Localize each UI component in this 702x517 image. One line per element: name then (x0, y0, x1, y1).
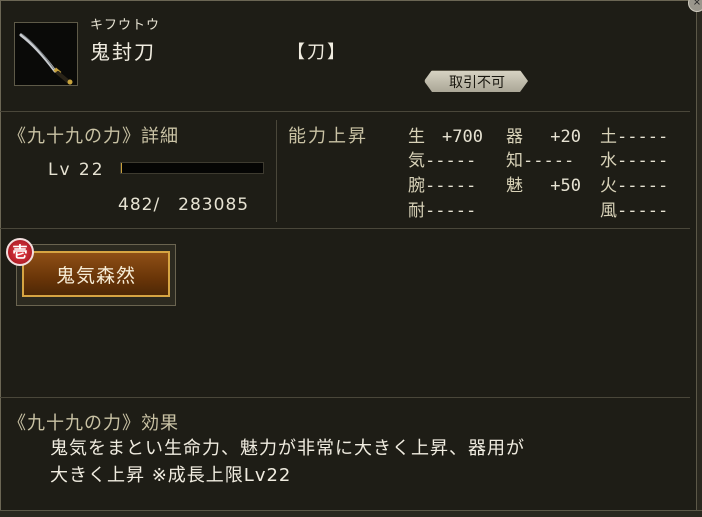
stats-title: 能力上昇 (288, 122, 368, 148)
stat-5: 水----- (600, 146, 675, 171)
level-label: Lv 22 (48, 160, 105, 180)
window-right-border (696, 0, 702, 516)
stat-2: 土----- (600, 122, 675, 147)
item-furigana: キフウトウ (90, 14, 160, 33)
stat-0: 生+700 (408, 122, 483, 147)
divider (0, 228, 690, 229)
skill-rank-badge: 壱 (6, 238, 34, 266)
stat-label: 火 (600, 176, 617, 196)
effect-title: 《九十九の力》効果 (8, 409, 179, 435)
stat-7: 魅+50 (506, 171, 581, 196)
effect-text-line2: 大きく上昇 ※成長上限Lv22 (50, 461, 291, 487)
divider (0, 397, 690, 398)
section-divider (276, 120, 277, 222)
stat-label: 土 (600, 127, 617, 147)
item-name: 鬼封刀 (90, 36, 156, 65)
trade-status-badge: 取引不可 (424, 70, 530, 94)
stat-label: 器 (506, 127, 523, 147)
stat-value: ----- (425, 201, 483, 221)
item-type: 【刀】 (287, 38, 347, 64)
stat-label: 腕 (408, 176, 425, 196)
exp-text: 482/ 283085 (118, 190, 249, 215)
skill-button[interactable]: 鬼気森然 (22, 251, 170, 297)
stat-value: +50 (523, 176, 581, 196)
stat-10: 風----- (600, 196, 675, 221)
stat-label: 気 (408, 151, 425, 171)
stat-value: +700 (425, 127, 483, 147)
stat-label: 水 (600, 151, 617, 171)
stat-3: 気----- (408, 146, 483, 171)
stat-value: ----- (523, 151, 581, 171)
divider (0, 111, 690, 112)
stat-value: +20 (523, 127, 581, 147)
stat-label: 魅 (506, 176, 523, 196)
stat-9: 耐----- (408, 196, 483, 221)
stat-value: ----- (617, 151, 675, 171)
stat-1: 器+20 (506, 122, 581, 147)
stat-label: 知 (506, 151, 523, 171)
stat-value: ----- (617, 176, 675, 196)
effect-text-line1: 鬼気をまとい生命力、魅力が非常に大きく上昇、器用が (50, 434, 525, 460)
stat-value: ----- (617, 127, 675, 147)
stat-4: 知----- (506, 146, 581, 171)
stat-value: ----- (425, 176, 483, 196)
stat-label: 耐 (408, 201, 425, 221)
exp-bar (120, 162, 264, 174)
stat-8: 火----- (600, 171, 675, 196)
stat-label: 風 (600, 201, 617, 221)
stat-6: 腕----- (408, 171, 483, 196)
katana-icon (14, 22, 78, 86)
stat-label: 生 (408, 127, 425, 147)
stat-value: ----- (617, 201, 675, 221)
detail-title: 《九十九の力》詳細 (8, 122, 179, 148)
stat-value: ----- (425, 151, 483, 171)
